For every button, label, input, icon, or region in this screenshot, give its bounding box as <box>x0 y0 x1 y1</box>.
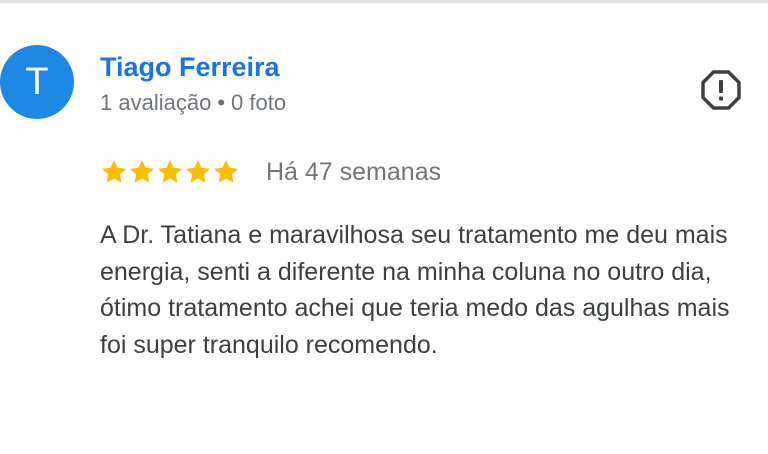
star-icon <box>101 160 127 183</box>
star-icon <box>185 160 211 183</box>
review-text: A Dr. Tatiana e maravilhosa seu tratamen… <box>100 221 730 359</box>
meta-separator: • <box>217 90 226 115</box>
photos-count: 0 foto <box>231 90 287 115</box>
top-divider <box>0 0 768 3</box>
reviews-count: 1 avaliação <box>100 90 212 115</box>
author-name[interactable]: Tiago Ferreira <box>100 50 280 84</box>
author-meta: 1 avaliação • 0 foto <box>100 88 286 118</box>
star-icon <box>157 160 183 183</box>
report-octagon-icon <box>701 70 741 110</box>
rating-row: Há 47 semanas <box>100 155 441 189</box>
review-time: Há 47 semanas <box>266 158 442 186</box>
star-icon <box>213 160 239 183</box>
avatar[interactable]: T <box>0 45 74 119</box>
star-rating <box>100 155 240 189</box>
report-button[interactable] <box>699 68 743 112</box>
star-icon <box>129 160 155 183</box>
